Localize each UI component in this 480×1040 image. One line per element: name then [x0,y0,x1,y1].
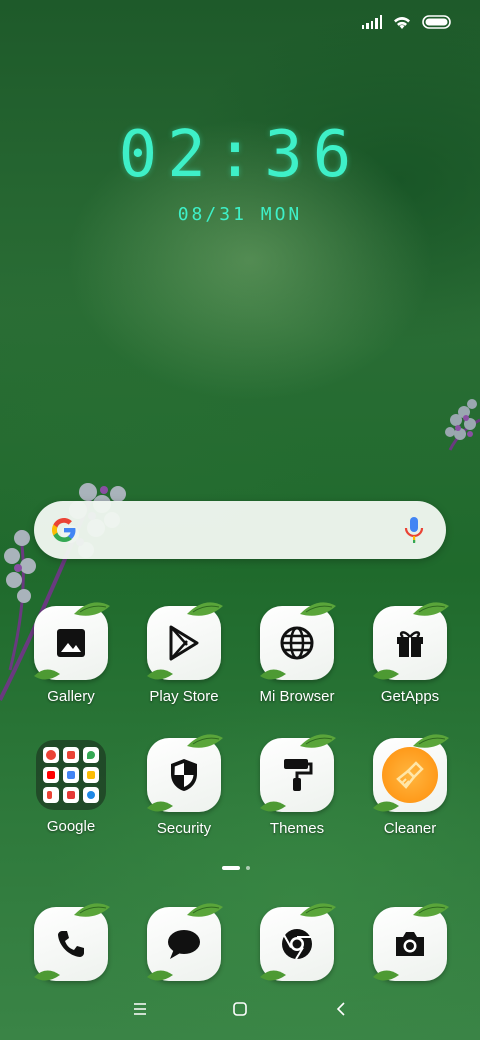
app-tile[interactable] [34,903,110,981]
app-tile[interactable] [260,602,336,680]
app-tile[interactable] [373,734,449,812]
app-tile[interactable] [260,734,336,812]
app-tile[interactable] [147,602,223,680]
leaf-decoration [373,669,399,680]
leaf-decoration [300,903,336,917]
leaf-decoration [34,669,60,680]
home-icon[interactable] [233,1002,247,1021]
leaf-decoration [74,602,110,616]
app-label: Cleaner [383,820,437,837]
app-getapps[interactable]: GetApps [354,602,466,705]
leaf-decoration [147,970,173,981]
battery-icon [422,15,452,29]
leaf-decoration [373,801,399,812]
app-themes[interactable]: Themes [241,734,353,837]
app-label: Mi Browser [259,688,335,705]
app-tile[interactable] [373,602,449,680]
leaf-decoration [413,602,449,616]
leaf-decoration [300,602,336,616]
leaf-decoration [300,734,336,748]
page-dot-active[interactable] [222,866,240,870]
signal-icon [362,15,383,29]
dock-chrome[interactable] [241,903,353,981]
app-tile[interactable] [373,903,449,981]
app-security[interactable]: Security [128,734,240,837]
play-store-icon [167,625,201,661]
page-indicator[interactable] [222,866,250,870]
mic-icon[interactable] [404,516,424,544]
phone-icon [55,928,87,960]
page-dot[interactable] [246,866,250,870]
app-label: Play Store [149,688,219,705]
leaf-decoration [147,801,173,812]
app-label: Security [156,820,212,837]
paint-roller-icon [281,757,313,793]
lavender-decoration-right [445,399,480,451]
app-label: Themes [269,820,325,837]
leaf-decoration [260,669,286,680]
app-play-store[interactable]: Play Store [128,602,240,705]
app-cleaner[interactable]: Cleaner [354,734,466,837]
google-search-bar[interactable] [34,501,446,559]
leaf-decoration [74,903,110,917]
app-google-folder[interactable]: Google [15,738,127,835]
leaf-decoration [147,669,173,680]
app-tile[interactable] [260,903,336,981]
shield-icon [168,757,200,793]
app-mi-browser[interactable]: Mi Browser [241,602,353,705]
folder-icon[interactable] [36,740,106,810]
navigation-bar [0,998,480,1026]
leaf-decoration [260,970,286,981]
dock-messages[interactable] [128,903,240,981]
clock-time[interactable]: 02:36 [0,118,480,192]
back-icon[interactable] [334,1002,348,1021]
app-gallery[interactable]: Gallery [15,602,127,705]
app-label: Google [46,818,96,835]
app-tile[interactable] [147,734,223,812]
app-label: Gallery [47,688,95,705]
app-tile[interactable] [34,602,110,680]
app-label: GetApps [380,688,440,705]
leaf-decoration [260,801,286,812]
leaf-decoration [373,970,399,981]
message-icon [166,927,202,961]
google-g-icon [52,518,76,542]
leaf-decoration [413,734,449,748]
chrome-icon [280,927,314,961]
menu-icon[interactable] [133,1002,147,1021]
status-bar [362,10,452,34]
globe-icon [280,626,314,660]
leaf-decoration [187,734,223,748]
leaf-decoration [34,970,60,981]
broom-icon [382,747,438,803]
leaf-decoration [187,602,223,616]
leaf-decoration [187,903,223,917]
clock-date: 08/31 MON [177,204,303,225]
image-icon [56,628,86,658]
app-tile[interactable] [147,903,223,981]
wifi-icon [392,14,412,30]
gift-icon [394,627,426,659]
dock-phone[interactable] [15,903,127,981]
camera-icon [393,929,427,959]
dock-camera[interactable] [354,903,466,981]
leaf-decoration [413,903,449,917]
